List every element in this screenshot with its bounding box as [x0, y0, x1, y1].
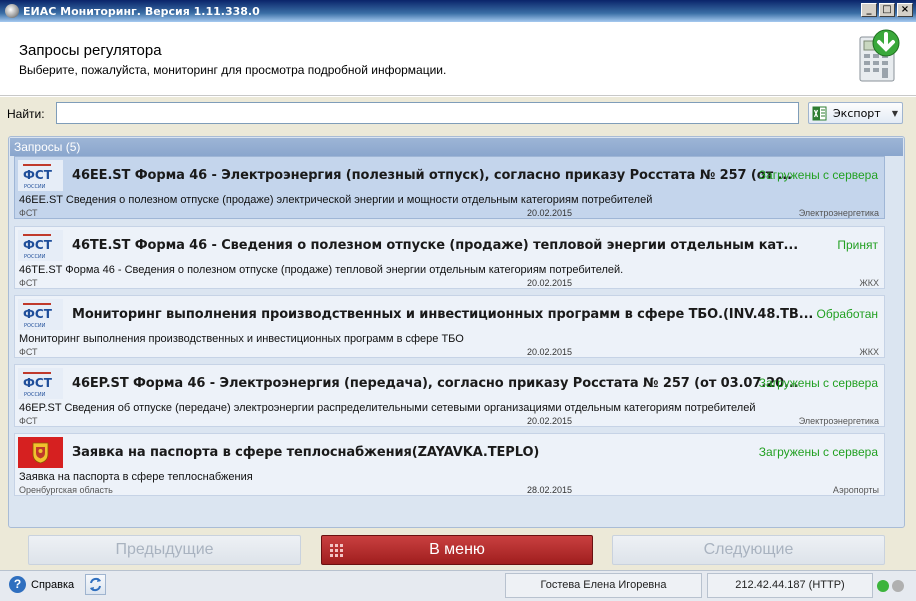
request-org: ФСТ [19, 416, 38, 426]
request-date: 20.02.2015 [527, 416, 573, 426]
status-bar: ? Справка Гостева Елена Игоревна 212.42.… [0, 570, 916, 601]
page-subtitle: Выберите, пожалуйста, мониторинг для про… [19, 63, 447, 77]
request-row[interactable]: ФСТ РОССИИ 46EP.ST Форма 46 - Электроэне… [14, 364, 885, 427]
grid-icon [330, 544, 343, 557]
fst-logo-icon: ФСТ РОССИИ [18, 230, 63, 261]
request-sector: Электроэнергетика [798, 416, 879, 426]
export-button[interactable]: Экспорт ▼ [808, 102, 903, 124]
next-button[interactable]: Следующие [612, 535, 885, 565]
search-bar: Найти: Экспорт ▼ [0, 97, 916, 132]
fst-logo-icon: ФСТ РОССИИ [18, 368, 63, 399]
request-date: 20.02.2015 [527, 347, 573, 357]
request-row[interactable]: ФСТ РОССИИ 46EE.ST Форма 46 - Электроэне… [14, 156, 885, 219]
title-bar: ЕИАС Мониторинг. Версия 1.11.338.0 _ □ × [0, 0, 916, 22]
window-controls: _ □ × [861, 3, 913, 17]
request-date: 20.02.2015 [527, 208, 573, 218]
request-description: 46EP.ST Сведения об отпуске (передаче) э… [19, 402, 756, 414]
connection-status-icon [877, 580, 889, 592]
svg-text:РОССИИ: РОССИИ [24, 254, 46, 260]
export-label: Экспорт [833, 106, 881, 120]
request-sector: Электроэнергетика [798, 208, 879, 218]
request-description: 46EE.ST Сведения о полезном отпуске (про… [19, 194, 653, 206]
request-sector: ЖКХ [859, 347, 879, 357]
request-status: Загружены с сервера [758, 376, 878, 390]
page-header: Запросы регулятора Выберите, пожалуйста,… [0, 22, 916, 96]
calculator-download-icon [859, 29, 900, 82]
panel-header: Запросы (5) [10, 138, 903, 156]
svg-text:ФСТ: ФСТ [23, 376, 53, 390]
request-org: ФСТ [19, 278, 38, 288]
request-title: 46EE.ST Форма 46 - Электроэнергия (полез… [72, 168, 792, 183]
help-link[interactable]: ? Справка [9, 576, 74, 593]
page-title: Запросы регулятора [19, 42, 162, 59]
search-label: Найти: [7, 107, 45, 121]
request-description: Мониторинг выполнения производственных и… [19, 333, 464, 345]
svg-text:РОССИИ: РОССИИ [24, 392, 46, 398]
svg-text:РОССИИ: РОССИИ [24, 184, 46, 190]
request-row[interactable]: Заявка на паспорта в сфере теплоснабжени… [14, 433, 885, 496]
svg-text:ФСТ: ФСТ [23, 238, 53, 252]
request-description: 46TE.ST Форма 46 - Сведения о полезном о… [19, 264, 624, 276]
svg-text:РОССИИ: РОССИИ [24, 323, 46, 329]
request-title: 46EP.ST Форма 46 - Электроэнергия (перед… [72, 376, 799, 391]
request-sector: ЖКХ [859, 278, 879, 288]
maximize-button[interactable]: □ [879, 3, 895, 17]
request-org: ФСТ [19, 347, 38, 357]
request-status: Обработан [816, 307, 879, 321]
request-org: Оренбургская область [19, 485, 113, 495]
fst-logo-icon: ФСТ РОССИИ [18, 299, 63, 330]
orenburg-coat-of-arms-icon [18, 437, 63, 468]
request-status: Загружены с сервера [758, 168, 878, 182]
request-description: Заявка на паспорта в сфере теплоснабжени… [19, 471, 253, 483]
sync-button[interactable] [85, 574, 106, 595]
search-input[interactable] [56, 102, 799, 124]
current-user: Гостева Елена Игоревна [505, 573, 702, 598]
excel-icon [812, 106, 827, 120]
menu-button[interactable]: В меню [321, 535, 593, 565]
window-title: ЕИАС Мониторинг. Версия 1.11.338.0 [23, 4, 260, 18]
help-label: Справка [31, 578, 75, 591]
request-row[interactable]: ФСТ РОССИИ 46TE.ST Форма 46 - Сведения о… [14, 226, 885, 289]
request-org: ФСТ [19, 208, 38, 218]
request-status: Загружены с сервера [758, 445, 878, 459]
fst-logo-icon: ФСТ РОССИИ [18, 160, 63, 191]
app-icon [5, 4, 19, 18]
previous-button[interactable]: Предыдущие [28, 535, 301, 565]
server-address: 212.42.44.187 (HTTP) [707, 573, 873, 598]
request-status: Принят [837, 238, 878, 252]
sync-icon [90, 577, 101, 592]
request-date: 20.02.2015 [527, 278, 573, 288]
svg-text:ФСТ: ФСТ [23, 168, 53, 182]
svg-text:ФСТ: ФСТ [23, 307, 53, 321]
chevron-down-icon: ▼ [891, 108, 898, 118]
request-date: 28.02.2015 [527, 485, 573, 495]
help-icon: ? [9, 576, 26, 593]
request-title: Заявка на паспорта в сфере теплоснабжени… [72, 445, 540, 460]
menu-button-label: В меню [429, 541, 485, 558]
close-button[interactable]: × [897, 3, 913, 17]
secondary-status-icon [892, 580, 904, 592]
minimize-button[interactable]: _ [861, 3, 877, 17]
request-row[interactable]: ФСТ РОССИИ Мониторинг выполнения произво… [14, 295, 885, 358]
request-title: Мониторинг выполнения производственных и… [72, 307, 814, 322]
request-sector: Аэропорты [832, 485, 879, 495]
request-title: 46TE.ST Форма 46 - Сведения о полезном о… [72, 238, 799, 253]
